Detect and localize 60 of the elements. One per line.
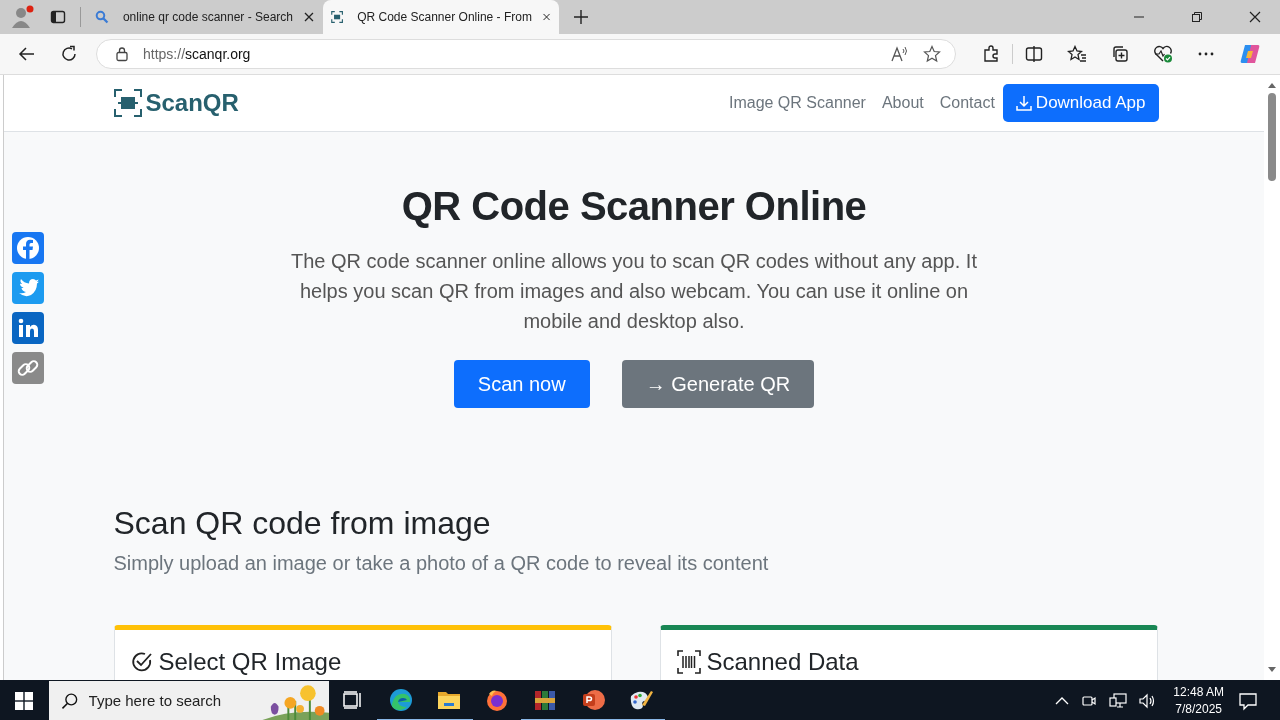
clock[interactable]: 12:48 AM 7/8/2025 [1173, 683, 1224, 718]
new-tab-icon[interactable] [573, 9, 589, 25]
puzzle-icon[interactable] [982, 45, 1000, 63]
search-icon [95, 10, 109, 24]
address-bar[interactable]: https://scanqr.org [96, 39, 956, 69]
scan-button[interactable]: Scan now [453, 360, 590, 408]
fox-globe-icon [485, 687, 509, 712]
check-circle-icon [130, 651, 153, 673]
scroll-thumb[interactable] [1268, 93, 1276, 181]
tab-actions-icon[interactable] [50, 9, 66, 25]
network-icon[interactable] [1109, 692, 1128, 709]
taskbar-search-field[interactable]: Type here to search [88, 692, 251, 709]
close-icon[interactable] [303, 11, 315, 23]
card-title: Select QR Image [158, 648, 342, 676]
nav-link[interactable]: About [881, 94, 924, 112]
link-icon[interactable] [12, 352, 44, 384]
scroll-down-icon[interactable] [1267, 666, 1277, 674]
download-button[interactable]: Download App [1002, 84, 1159, 122]
download-icon [1015, 95, 1032, 111]
generate-button[interactable]: → Generate QR [621, 360, 815, 408]
nav-link[interactable]: Contact [939, 94, 995, 112]
lock-icon [115, 46, 129, 62]
read-aloud-icon[interactable] [891, 46, 909, 62]
profile-icon[interactable] [10, 4, 36, 30]
linkedin-icon[interactable] [12, 312, 44, 344]
date-text: 7/8/2025 [1175, 700, 1222, 718]
section-subtitle: Simply upload an image or take a photo of a QR code to reveal its content [113, 552, 770, 575]
hero-text: The QR code scanner online allows you to scan QR codes without any app. It helps you scan QR from images and also webcam. You can use it online on mobile and desktop also. [290, 249, 978, 334]
presentation-app-icon [581, 687, 605, 712]
chevron-up-icon[interactable] [1055, 695, 1070, 706]
bird-icon[interactable] [12, 272, 44, 304]
close-icon[interactable] [1249, 11, 1261, 23]
copilot-icon[interactable] [1239, 43, 1261, 65]
card-title: Scanned Data [706, 648, 859, 676]
search-icon [61, 691, 79, 710]
facebook-icon[interactable] [12, 232, 44, 264]
logo[interactable]: ScanQR [113, 89, 239, 117]
collections-icon[interactable] [1111, 45, 1129, 63]
refresh-icon[interactable] [60, 45, 78, 63]
task-view-icon [343, 690, 363, 709]
section-title: Scan QR code from image [113, 504, 492, 542]
heart-pulse-icon[interactable] [1153, 45, 1173, 63]
qr-scan-icon [331, 9, 344, 25]
time-text: 12:48 AM [1173, 683, 1224, 701]
barcode-scan-icon [676, 650, 701, 674]
browser-tab[interactable]: QR Code Scanner Online - From [323, 0, 559, 34]
qr-scan-icon [113, 89, 142, 117]
favorites-icon[interactable] [1067, 45, 1087, 63]
star-icon[interactable] [923, 45, 941, 63]
split-screen-icon[interactable] [1025, 45, 1043, 63]
notification-icon[interactable] [1238, 690, 1258, 711]
nav-link[interactable]: Image QR Scanner [728, 94, 866, 112]
scroll-up-icon[interactable] [1267, 81, 1277, 89]
windows-start-icon[interactable] [15, 691, 33, 710]
back-icon[interactable] [18, 45, 36, 63]
url-text: https://scanqr.org [143, 46, 251, 62]
restore-icon[interactable] [1191, 11, 1203, 23]
browser-tab[interactable]: online qr code scanner - Search [87, 0, 323, 34]
hero-title: QR Code Scanner Online [400, 183, 868, 230]
browser-icon [389, 687, 413, 712]
